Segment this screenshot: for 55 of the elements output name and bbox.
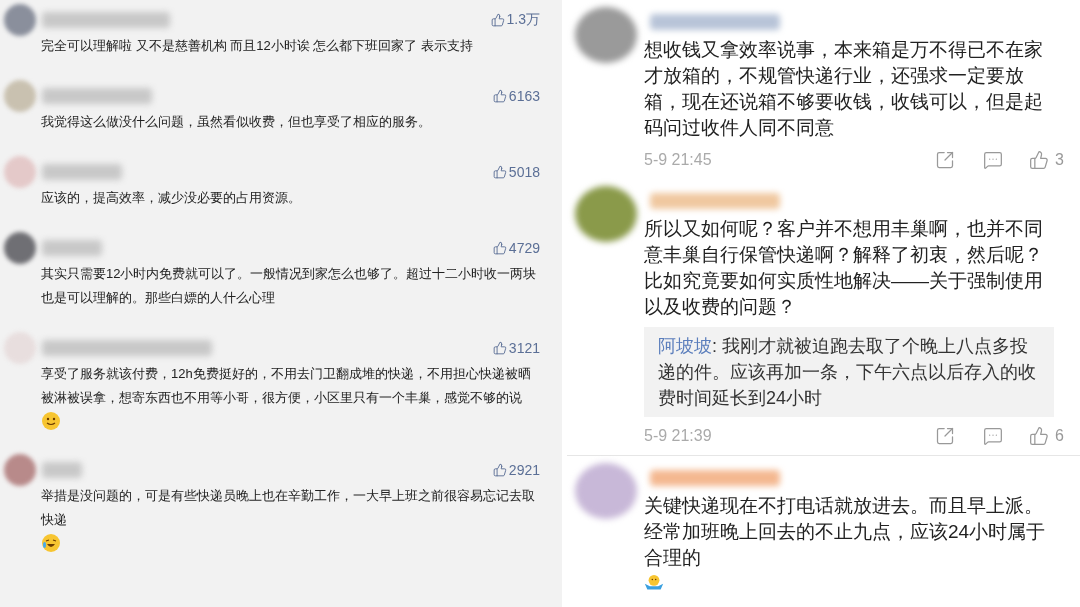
blurred-avatar [4, 232, 36, 264]
like-button[interactable]: 3 [1029, 150, 1064, 170]
comment-text: 其实只需要12小时内免费就可以了。一般情况到家怎么也够了。超过十二小时收一两块也是可以理解的。那些白嫖的人什么心理 [41, 266, 537, 305]
blurred-avatar [4, 454, 36, 486]
thumbs-up-icon [490, 13, 505, 27]
like-count[interactable]: 3121 [492, 340, 540, 356]
thumbs-up-icon [492, 89, 507, 103]
like-number: 2921 [508, 462, 540, 478]
comment-text: 完全可以理解啦 又不是慈善机构 而且12小时诶 怎么都下班回家了 表示支持 [41, 38, 473, 53]
blurred-avatar [575, 463, 637, 519]
laughing-tears-emoji-icon [41, 533, 61, 553]
reply-text: 阿坡坡: 我刚才就被迫跑去取了个晚上八点多投递的件。应该再加一条，下午六点以后存入的收费时间延长到24小时 [658, 336, 1036, 408]
like-number: 4729 [508, 240, 540, 256]
like-count[interactable]: 6163 [492, 88, 540, 104]
comment-text: 应该的，提高效率，减少没必要的占用资源。 [41, 190, 301, 205]
share-button[interactable] [935, 426, 956, 446]
thumbs-up-icon [1029, 150, 1050, 170]
comment-icon [983, 150, 1004, 170]
blurred-username [42, 462, 82, 478]
like-number: 1.3万 [506, 11, 540, 29]
thumbs-up-icon [492, 165, 507, 179]
comment-text: 所以又如何呢？客户并不想用丰巢啊，也并不同意丰巢自行保管快递啊？解释了初衷，然后呢？比如究竟要如何实质性地解决——关于强制使用以及收费的问题？ [644, 218, 1043, 317]
comment-text: 享受了服务就该付费，12h免费挺好的，不用去门卫翻成堆的快递，不用担心快递被晒被淋被误拿，想寄东西也不用等小哥，很方便，小区里只有一个丰巢，感觉不够的说 [41, 366, 531, 405]
like-number: 3121 [508, 340, 540, 356]
like-count[interactable]: 1.3万 [490, 11, 540, 29]
thumbs-up-icon [492, 241, 507, 255]
smiley-emoji-icon [41, 411, 61, 431]
reply-button[interactable] [983, 150, 1004, 170]
comment-text: 我觉得这么做没什么问题，虽然看似收费，但也享受了相应的服务。 [41, 114, 431, 129]
share-icon [935, 426, 956, 446]
blurred-avatar [4, 156, 36, 188]
comment-text: 关键快递现在不打电话就放进去。而且早上派。经常加班晚上回去的不止九点，应该24小时属于合理的 [644, 495, 1046, 568]
like-count[interactable]: 5018 [492, 164, 540, 180]
blurred-username [42, 240, 102, 256]
like-count[interactable]: 4729 [492, 240, 540, 256]
comment-text: 举措是没问题的，可是有些快递员晚上也在辛勤工作，一大早上班之前很容易忘记去取快递 [41, 488, 535, 527]
blurred-avatar [4, 80, 36, 112]
comment-icon [983, 426, 1004, 446]
thumbs-up-icon [492, 463, 507, 477]
comment-time: 5-9 21:39 [644, 427, 712, 445]
blurred-avatar [4, 4, 36, 36]
shrugging-emoji-icon [644, 572, 664, 592]
like-button[interactable]: 6 [1029, 426, 1064, 446]
like-number: 5018 [508, 164, 540, 180]
comment-time: 5-9 21:45 [644, 151, 712, 169]
reply-button[interactable] [983, 426, 1004, 446]
share-icon [935, 150, 956, 170]
blurred-avatar [575, 186, 637, 242]
like-count[interactable]: 2921 [492, 462, 540, 478]
comment-text: 想收钱又拿效率说事，本来箱是万不得已不在家才放箱的，不规管快递行业，还强求一定要放箱，现在还说箱不够要收钱，收钱可以，但是起码问过收件人同不同意 [644, 39, 1043, 138]
blurred-avatar [575, 7, 637, 63]
thumbs-up-icon [1029, 426, 1050, 446]
like-number: 6163 [508, 88, 540, 104]
share-button[interactable] [935, 150, 956, 170]
thumbs-up-icon [492, 341, 507, 355]
